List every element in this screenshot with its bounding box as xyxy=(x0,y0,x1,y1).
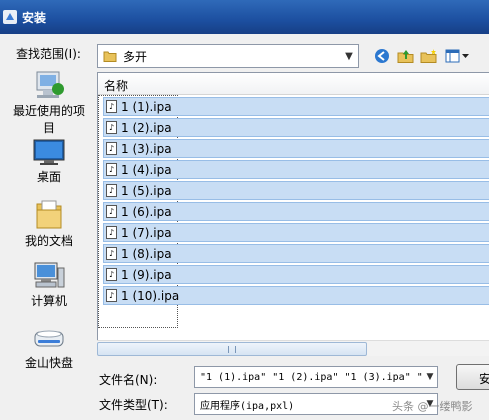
file-name: 1 (6).ipa xyxy=(121,204,172,219)
places-bar: 最近使用的项目 桌面 我的文档 计算机 金山快盘 xyxy=(8,70,90,410)
place-label: 计算机 xyxy=(30,294,67,308)
title-bar: 安装 xyxy=(0,0,489,34)
desktop-icon xyxy=(33,139,65,165)
file-name: 1 (2).ipa xyxy=(121,120,172,135)
kuaipan-drive-icon xyxy=(34,330,64,347)
file-name: 1 (5).ipa xyxy=(121,183,172,198)
music-file-icon: ♪ xyxy=(106,289,117,302)
music-file-icon: ♪ xyxy=(106,100,117,113)
file-row[interactable]: ♪ 1 (1).ipa xyxy=(103,97,489,116)
place-label: 最近使用的项目 xyxy=(12,104,85,135)
column-header-name[interactable]: 名称 xyxy=(98,73,489,95)
up-folder-button[interactable] xyxy=(396,46,416,66)
file-name: 1 (8).ipa xyxy=(121,246,172,261)
place-my-documents[interactable]: 我的文档 xyxy=(8,198,90,249)
chevron-down-icon: ▼ xyxy=(426,372,434,382)
filename-value: "1 (1).ipa" "1 (2).ipa" "1 (3).ipa" " xyxy=(200,371,423,383)
place-kuaipan[interactable]: 金山快盘 xyxy=(8,326,90,371)
music-file-icon: ♪ xyxy=(106,163,117,176)
new-folder-icon xyxy=(420,49,437,63)
music-file-icon: ♪ xyxy=(106,247,117,260)
filename-label: 文件名(N): xyxy=(99,373,158,387)
file-name: 1 (9).ipa xyxy=(121,267,172,282)
installer-icon xyxy=(2,9,18,25)
open-button[interactable]: 安 xyxy=(456,364,489,390)
file-name: 1 (4).ipa xyxy=(121,162,172,177)
place-desktop[interactable]: 桌面 xyxy=(8,138,90,185)
look-in-value: 多开 xyxy=(123,49,148,64)
file-name: 1 (7).ipa xyxy=(121,225,172,240)
music-file-icon: ♪ xyxy=(106,268,117,281)
folder-icon xyxy=(103,51,117,62)
window-title: 安装 xyxy=(22,10,47,25)
music-file-icon: ♪ xyxy=(106,121,117,134)
look-in-dropdown[interactable]: 多开 ▼ xyxy=(97,44,359,68)
back-button[interactable] xyxy=(372,46,392,66)
place-label: 我的文档 xyxy=(24,234,73,248)
watermark: 头条 @一缕鸭影 xyxy=(392,400,473,413)
file-name: 1 (1).ipa xyxy=(121,99,172,114)
file-name: 1 (10).ipa xyxy=(121,288,180,303)
file-row[interactable]: ♪ 1 (5).ipa xyxy=(103,181,489,200)
grip-icon xyxy=(228,346,236,353)
music-file-icon: ♪ xyxy=(106,226,117,239)
file-row[interactable]: ♪ 1 (4).ipa xyxy=(103,160,489,179)
file-row[interactable]: ♪ 1 (8).ipa xyxy=(103,244,489,263)
scrollbar-thumb[interactable] xyxy=(97,342,367,356)
computer-icon xyxy=(34,262,65,288)
file-row[interactable]: ♪ 1 (3).ipa xyxy=(103,139,489,158)
up-folder-icon xyxy=(397,50,414,63)
place-label: 金山快盘 xyxy=(24,356,73,370)
horizontal-scrollbar[interactable] xyxy=(97,340,489,356)
file-row[interactable]: ♪ 1 (7).ipa xyxy=(103,223,489,242)
music-file-icon: ♪ xyxy=(106,205,117,218)
file-row[interactable]: ♪ 1 (6).ipa xyxy=(103,202,489,221)
file-row[interactable]: ♪ 1 (9).ipa xyxy=(103,265,489,284)
filename-field[interactable]: "1 (1).ipa" "1 (2).ipa" "1 (3).ipa" " ▼ xyxy=(194,366,438,388)
look-in-label: 查找范围(I): xyxy=(16,47,81,61)
view-menu-button[interactable] xyxy=(444,46,472,66)
chevron-down-icon: ▼ xyxy=(345,50,353,62)
my-documents-icon xyxy=(36,200,62,229)
column-header-label: 名称 xyxy=(104,79,129,93)
view-menu-icon xyxy=(445,49,469,63)
recent-items-icon xyxy=(36,71,64,98)
music-file-icon: ♪ xyxy=(106,142,117,155)
filetype-value: 应用程序(ipa,pxl) xyxy=(200,400,295,412)
music-file-icon: ♪ xyxy=(106,184,117,197)
file-name: 1 (3).ipa xyxy=(121,141,172,156)
file-row[interactable]: ♪ 1 (2).ipa xyxy=(103,118,489,137)
back-icon xyxy=(375,49,389,63)
file-list[interactable]: 名称 ♪ 1 (1).ipa ♪ 1 (2).ipa ♪ 1 (3).ipa ♪ 1 (… xyxy=(97,72,489,356)
new-folder-button[interactable] xyxy=(419,46,439,66)
place-computer[interactable]: 计算机 xyxy=(8,260,90,309)
place-label: 桌面 xyxy=(36,170,61,184)
place-recent[interactable]: 最近使用的项目 xyxy=(8,70,90,136)
file-row[interactable]: ♪ 1 (10).ipa xyxy=(103,286,489,305)
filetype-label: 文件类型(T): xyxy=(99,398,168,412)
